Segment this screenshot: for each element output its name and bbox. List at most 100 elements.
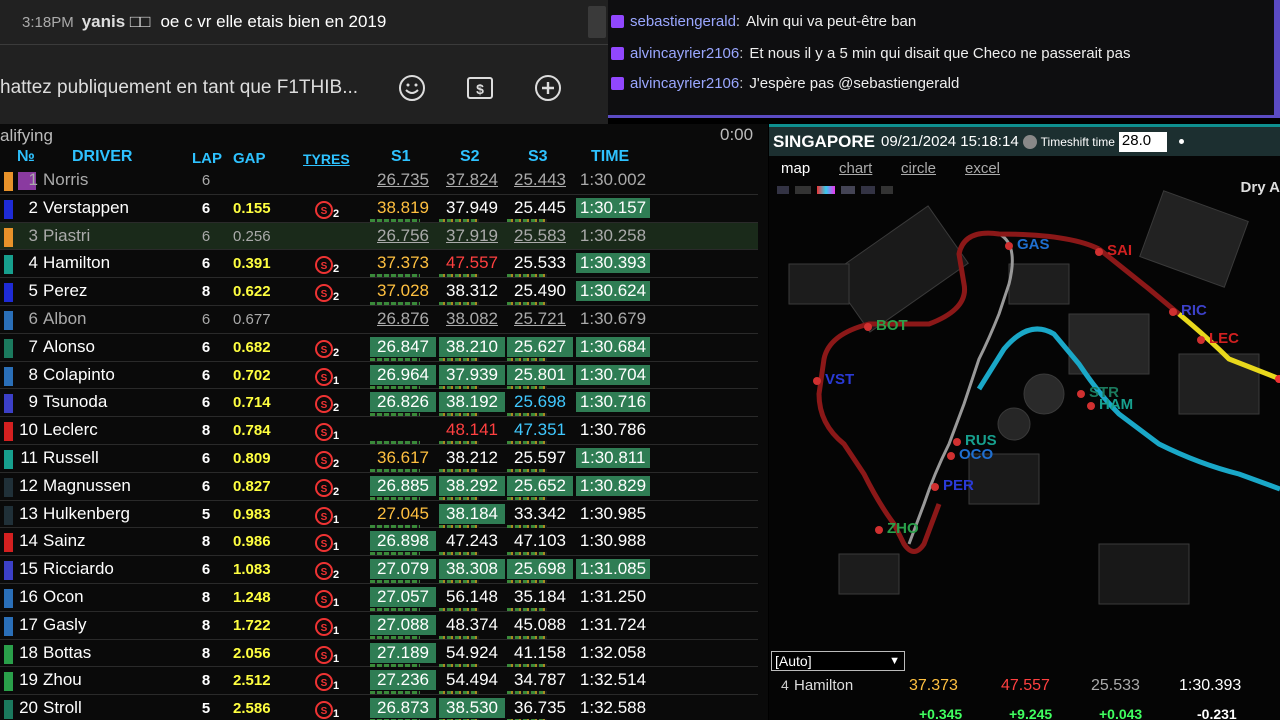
driver-name[interactable]: Ocon [43,587,84,607]
tab-map[interactable]: map [781,160,810,177]
minisector-bar [507,496,547,500]
table-row[interactable]: 20 Stroll 5 2.586 S 1 26.873 38.530 36.735 1:32.5… [0,695,758,720]
position: 13 [19,503,38,523]
driver-select[interactable]: [Auto] ▼ [771,651,905,671]
table-row[interactable]: 6 Albon 6 0.677 26.876 38.082 25.721 1:30.679 [0,306,758,334]
table-row[interactable]: 17 Gasly 8 1.722 S 1 27.088 48.374 45.088 1:31.72… [0,612,758,640]
driver-code-label[interactable]: BOT [876,317,908,334]
table-row[interactable]: 12 Magnussen 6 0.827 S 2 26.885 38.292 25.652 1:3… [0,473,758,501]
emoji-button[interactable] [392,68,432,108]
driver-code-label[interactable]: OCO [959,446,993,463]
car-marker[interactable] [1197,336,1205,344]
table-row[interactable]: 10 Leclerc 8 0.784 S 1 48.141 47.351 1:30.786 [0,417,758,445]
table-row[interactable]: 13 Hulkenberg 5 0.983 S 1 27.045 38.184 33.342 1:… [0,501,758,529]
driver-name[interactable]: Alonso [43,337,95,357]
driver-name[interactable]: Piastri [43,226,90,246]
driver-name[interactable]: Magnussen [43,476,131,496]
toggle-icon[interactable] [777,186,789,194]
car-marker[interactable] [953,438,961,446]
driver-name[interactable]: Tsunoda [43,392,107,412]
driver-name[interactable]: Perez [43,281,87,301]
svg-text:S: S [321,373,328,384]
table-row[interactable]: 7 Alonso 6 0.682 S 2 26.847 38.210 25.627 1:30.68… [0,334,758,362]
table-row[interactable]: 11 Russell 6 0.809 S 2 36.617 38.212 25.597 1:30.… [0,445,758,473]
super-chat-button[interactable]: $ [460,68,500,108]
minisector-bar [507,663,547,667]
table-row[interactable]: 5 Perez 8 0.622 S 2 37.028 38.312 25.490 1:30.624 [0,278,758,306]
toggle-icon[interactable] [841,186,855,194]
table-row[interactable]: 15 Ricciardo 6 1.083 S 2 27.079 38.308 25.698 1:3… [0,556,758,584]
driver-name[interactable]: Albon [43,309,86,329]
table-row[interactable]: 14 Sainz 8 0.986 S 1 26.898 47.243 47.103 1:30.98… [0,528,758,557]
driver-name[interactable]: Hulkenberg [43,504,130,524]
toggle-icon[interactable] [881,186,893,194]
car-marker[interactable] [813,377,821,385]
chat-username[interactable]: sebastiengerald [630,13,736,30]
driver-name[interactable]: Norris [43,170,88,190]
table-row[interactable]: 4 Hamilton 6 0.391 S 2 37.373 47.557 25.533 1:30.… [0,250,758,279]
car-marker[interactable] [1095,248,1103,256]
car-marker[interactable] [931,483,939,491]
driver-name[interactable]: Ricciardo [43,559,114,579]
table-row[interactable]: 8 Colapinto 6 0.702 S 1 26.964 37.939 25.801 1:30… [0,362,758,390]
tyre-soft-icon: S2 [315,450,339,470]
car-marker[interactable] [947,452,955,460]
car-marker[interactable] [1087,402,1095,410]
gap: 0.622 [233,283,271,301]
driver-code-label[interactable]: ZHO [887,520,919,537]
driver-name[interactable]: Bottas [43,643,91,663]
message-author[interactable]: yanis □□ [82,12,151,32]
tab-excel[interactable]: excel [965,160,1000,177]
radio-dot-icon[interactable] [1178,139,1184,144]
driver-code-label[interactable]: PER [943,477,974,494]
car-marker[interactable] [864,323,872,331]
gap: 0.983 [233,505,271,523]
car-marker[interactable] [1169,308,1177,316]
car-marker[interactable] [1077,390,1085,398]
timeshift-input[interactable]: 28.0 [1118,131,1167,152]
svg-text:S: S [321,651,328,662]
driver-name[interactable]: Stroll [43,698,82,718]
table-row[interactable]: 2 Verstappen 6 0.155 S 2 38.819 37.949 25.445 1:3… [0,195,758,223]
driver-name[interactable]: Colapinto [43,365,115,385]
driver-name[interactable]: Russell [43,448,99,468]
driver-code-label[interactable]: RIC [1181,302,1207,319]
chat-username[interactable]: alvincayrier2106 [630,45,739,62]
chat-username[interactable]: alvincayrier2106 [630,75,739,92]
driver-code-label[interactable]: LEC [1209,330,1239,347]
driver-name[interactable]: Verstappen [43,198,129,218]
driver-code-label[interactable]: SAI [1107,242,1132,259]
tab-chart[interactable]: chart [839,160,872,177]
color-palette-icon[interactable] [817,186,835,194]
tyre-soft-icon: S1 [315,367,339,387]
driver-code-label[interactable]: HAM [1099,396,1133,413]
view-toggles[interactable] [777,186,893,194]
car-marker[interactable] [1005,242,1013,250]
table-row[interactable]: 1 Norris 6 26.735 37.824 25.443 1:30.002 [0,167,758,195]
minisector-bar [507,441,547,445]
driver-name[interactable]: Leclerc [43,420,98,440]
driver-name[interactable]: Hamilton [43,253,110,273]
tab-circle[interactable]: circle [901,160,936,177]
driver-name[interactable]: Gasly [43,615,86,635]
lap-count: 8 [201,533,211,551]
add-button[interactable] [528,68,568,108]
toggle-icon[interactable] [861,186,875,194]
team-color-bar [4,283,13,303]
table-row[interactable]: 18 Bottas 8 2.056 S 1 27.189 54.924 41.158 1:32.0… [0,640,758,668]
car-marker[interactable] [875,526,883,534]
table-row[interactable]: 19 Zhou 8 2.512 S 1 27.236 54.494 34.787 1:32.514 [0,667,758,696]
toggle-icon[interactable] [795,186,811,194]
chat-input[interactable]: hattez publiquement en tant que F1THIB..… [0,63,380,113]
table-row[interactable]: 3 Piastri 6 0.256 26.756 37.919 25.583 1:30.258 [0,222,758,251]
message-text: oe c vr elle etais bien en 2019 [160,12,387,31]
driver-code-label[interactable]: GAS [1017,236,1050,253]
table-row[interactable]: 16 Ocon 8 1.248 S 1 27.057 56.148 35.184 1:31.250 [0,584,758,612]
sector-s3: 25.597 [514,447,566,467]
chat-scrollbar[interactable] [588,6,606,38]
header-tyres[interactable]: TYRES [303,151,350,167]
driver-code-label[interactable]: VST [825,371,854,388]
table-row[interactable]: 9 Tsunoda 6 0.714 S 2 26.826 38.192 25.698 1:30.7… [0,389,758,418]
driver-name[interactable]: Zhou [43,670,82,690]
driver-name[interactable]: Sainz [43,531,86,551]
